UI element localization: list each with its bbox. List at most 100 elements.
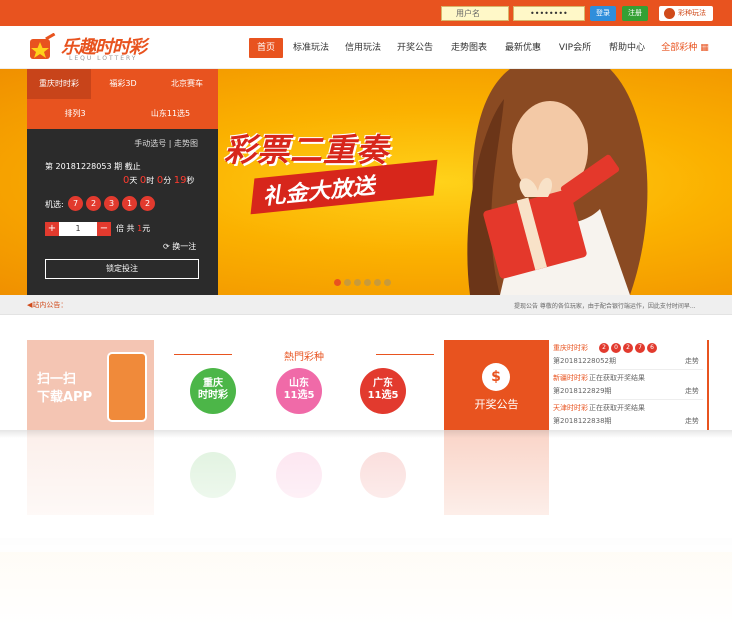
page-reflection <box>0 430 732 626</box>
notice-bar: ◀站内公告： 提现公告 尊敬的各位玩家，由于配合银行端运作，因此支付时间早... <box>0 295 732 315</box>
manual-pick-links[interactable]: 手动选号 | 走势图 <box>134 138 198 149</box>
clock-icon <box>664 8 675 19</box>
result-ball: 6 <box>647 343 657 353</box>
countdown-hours-unit: 时 <box>146 176 155 185</box>
pick-ball: 2 <box>140 196 155 211</box>
top-bar: 用户名 •••••••• 登录 注册 彩种玩法 <box>0 0 732 26</box>
username-input[interactable]: 用户名 <box>441 6 509 21</box>
result-ball: 7 <box>635 343 645 353</box>
lottery-tabs: 重庆时时彩 福彩3D 北京赛车 排列3 山东11选5 <box>27 69 218 129</box>
result-ball: 2 <box>599 343 609 353</box>
register-button[interactable]: 注册 <box>622 6 648 21</box>
slide-dot[interactable] <box>334 279 341 286</box>
nav-help[interactable]: 帮助中心 <box>605 38 649 58</box>
tab-shandong-11x5[interactable]: 山东11选5 <box>123 99 218 129</box>
result-row: 重庆时时彩 2 0 2 7 6 第20181228052期 走势 <box>553 340 703 370</box>
hot-item-shandong[interactable]: 山东 11选5 <box>276 368 322 414</box>
countdown: 0天 0时 0分 19秒 <box>123 175 195 186</box>
app-line2: 下载APP <box>37 390 93 405</box>
times-label: 倍 共 <box>116 224 135 233</box>
nav-trend-charts[interactable]: 走势图表 <box>447 38 491 58</box>
nav-vip[interactable]: VIP会所 <box>553 38 597 58</box>
hot-title: 熱門彩种 <box>174 348 434 363</box>
countdown-seconds-unit: 秒 <box>186 176 195 185</box>
hot-item-guangdong[interactable]: 广东 11选5 <box>360 368 406 414</box>
notice-label: ◀站内公告： <box>27 300 67 310</box>
pick-ball: 7 <box>68 196 83 211</box>
hot-item-line2: 11选5 <box>283 390 315 401</box>
nav-all-lotteries-label: 全部彩种 <box>661 43 698 53</box>
password-input[interactable]: •••••••• <box>513 6 585 21</box>
countdown-minutes-unit: 分 <box>163 176 172 185</box>
tab-pailie3[interactable]: 排列3 <box>27 99 123 129</box>
rules-label: 彩种玩法 <box>678 9 706 17</box>
result-issue: 第2018122829期 <box>553 387 612 395</box>
slide-dot[interactable] <box>374 279 381 286</box>
slide-dot[interactable] <box>384 279 391 286</box>
download-app-card[interactable]: 扫一扫 下载APP <box>27 340 154 430</box>
notice-label-text: 站内公告： <box>32 301 68 309</box>
hot-item-line2: 时时彩 <box>198 390 228 401</box>
phone-icon <box>107 352 147 422</box>
yuan-label: 元 <box>142 224 151 233</box>
star-logo-icon <box>30 33 56 59</box>
result-status: 正在获取开奖结果 <box>589 404 645 412</box>
nav-standard-play[interactable]: 标准玩法 <box>289 38 333 58</box>
slogan-main: 彩票二重奏 <box>224 132 390 168</box>
swap-label: 换一注 <box>172 242 197 251</box>
refresh-icon: ⟳ <box>163 242 170 251</box>
pick-ball: 1 <box>122 196 137 211</box>
slide-dot[interactable] <box>364 279 371 286</box>
result-name[interactable]: 天津时时彩 <box>553 403 588 413</box>
hot-item-line1: 广东 <box>373 378 393 389</box>
results-title: 开奖公告 <box>474 398 519 411</box>
hot-item-chongqing[interactable]: 重庆 时时彩 <box>190 368 236 414</box>
grid-icon: ▦ <box>700 43 709 53</box>
logo-subtitle: LEQU LOTTERY <box>69 55 138 62</box>
plus-button[interactable]: + <box>45 222 59 236</box>
countdown-days-unit: 天 <box>129 176 138 185</box>
result-issue: 第20181228052期 <box>553 357 616 365</box>
nav-all-lotteries[interactable]: 全部彩种 ▦ <box>657 38 713 58</box>
result-trend-link[interactable]: 走势 <box>685 386 699 396</box>
hot-item-line2: 11选5 <box>367 390 399 401</box>
result-trend-link[interactable]: 走势 <box>685 416 699 426</box>
quick-bet-panel: 重庆时时彩 福彩3D 北京赛车 排列3 山东11选5 手动选号 | 走势图 第 … <box>27 69 218 295</box>
result-ball: 0 <box>611 343 621 353</box>
swap-pick-button[interactable]: ⟳ 换一注 <box>163 241 196 252</box>
lower-section: 扫一扫 下载APP 熱門彩种 重庆 时时彩 山东 11选5 广东 11选5 $ 开奖公… <box>0 315 732 430</box>
slide-dot[interactable] <box>354 279 361 286</box>
result-name[interactable]: 重庆时时彩 <box>553 343 588 353</box>
hot-item-line1: 重庆 <box>203 378 223 389</box>
notice-message[interactable]: 提现公告 尊敬的各位玩家，由于配合银行端运作，因此支付时间早... <box>514 301 696 310</box>
total-amount: 倍 共 1元 <box>116 223 150 234</box>
result-row: 新疆时时彩 正在获取开奖结果 第2018122829期 走势 <box>553 370 703 400</box>
nav-home[interactable]: 首页 <box>249 38 283 58</box>
slide-indicators <box>334 279 394 289</box>
tab-fucai-3d[interactable]: 福彩3D <box>91 69 155 99</box>
rules-button[interactable]: 彩种玩法 <box>659 6 713 21</box>
result-name[interactable]: 新疆时时彩 <box>553 373 588 383</box>
result-status: 正在获取开奖结果 <box>589 374 645 382</box>
woman-gift-image <box>467 69 648 295</box>
issue-deadline: 第 20181228053 期 截止 <box>45 162 141 171</box>
minus-button[interactable]: − <box>97 222 111 236</box>
hot-lotteries: 熱門彩种 重庆 时时彩 山东 11选5 广东 11选5 <box>174 340 434 430</box>
nav-promotions[interactable]: 最新优惠 <box>501 38 545 58</box>
tab-beijing-pk[interactable]: 北京赛车 <box>155 69 219 99</box>
nav-results[interactable]: 开奖公告 <box>393 38 437 58</box>
slide-dot[interactable] <box>344 279 351 286</box>
pick-ball: 3 <box>104 196 119 211</box>
login-button[interactable]: 登录 <box>590 6 616 21</box>
tab-chongqing[interactable]: 重庆时时彩 <box>27 69 91 99</box>
multiplier-input[interactable]: 1 <box>59 222 97 236</box>
result-issue: 第2018122838期 <box>553 417 612 425</box>
results-list: 重庆时时彩 2 0 2 7 6 第20181228052期 走势 新疆时时彩 正… <box>549 340 709 430</box>
result-trend-link[interactable]: 走势 <box>685 356 699 366</box>
dollar-icon: $ <box>482 363 510 391</box>
logo[interactable]: 乐趣时时彩 LEQU LOTTERY <box>27 30 167 65</box>
hot-item-line1: 山东 <box>289 378 309 389</box>
results-announcement[interactable]: $ 开奖公告 <box>444 340 549 430</box>
lock-bet-button[interactable]: 锁定投注 <box>45 259 199 279</box>
nav-credit-play[interactable]: 信用玩法 <box>341 38 385 58</box>
